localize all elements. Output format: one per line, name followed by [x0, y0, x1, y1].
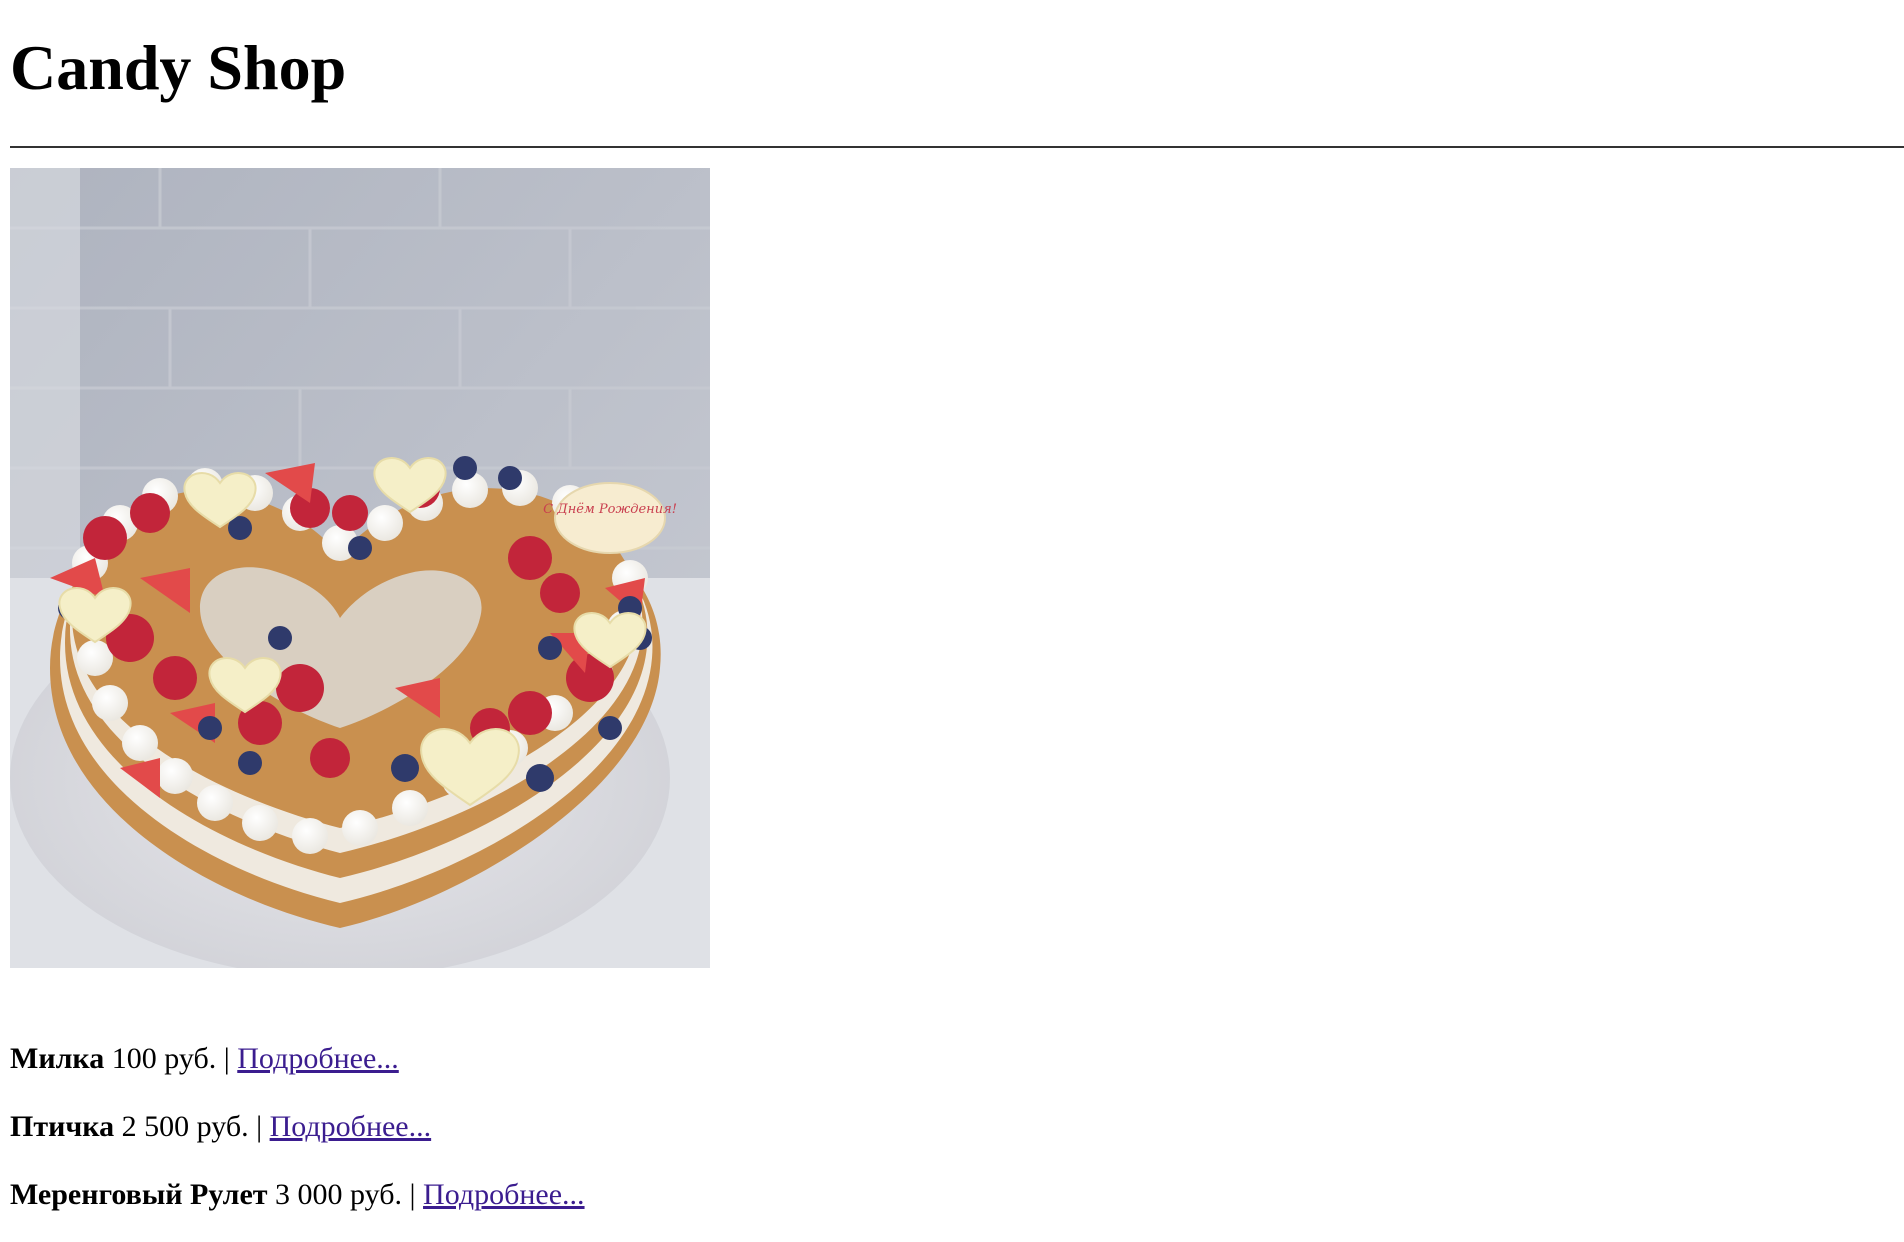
- more-details-link[interactable]: Подробнее...: [270, 1110, 432, 1143]
- more-details-link[interactable]: Подробнее...: [237, 1042, 399, 1075]
- cake-topper-text: С Днём Рождения!: [543, 502, 677, 517]
- product-row: Милка 100 руб. | Подробнее...: [10, 1040, 585, 1078]
- product-name: Птичка: [10, 1110, 115, 1143]
- product-row: Птичка 2 500 руб. | Подробнее...: [10, 1108, 585, 1146]
- product-list: Милка 100 руб. | Подробнее... Птичка 2 5…: [10, 1040, 585, 1242]
- separator: |: [223, 1042, 230, 1075]
- page: Candy Shop С Днём Рождения! Милка 100 ру…: [0, 0, 1904, 1242]
- product-name: Меренговый Рулет: [10, 1178, 268, 1211]
- separator: |: [256, 1110, 263, 1143]
- product-price: 2 500 руб.: [121, 1110, 249, 1143]
- page-title: Candy Shop: [10, 32, 347, 103]
- product-price: 3 000 руб.: [275, 1178, 403, 1211]
- product-row: Меренговый Рулет 3 000 руб. | Подробнее.…: [10, 1176, 585, 1214]
- product-price: 100 руб.: [111, 1042, 217, 1075]
- separator: |: [409, 1178, 416, 1211]
- product-name: Милка: [10, 1042, 105, 1075]
- more-details-link[interactable]: Подробнее...: [423, 1178, 585, 1211]
- heart-cake-image: С Днём Рождения!: [10, 168, 710, 968]
- header-divider: [10, 146, 1904, 148]
